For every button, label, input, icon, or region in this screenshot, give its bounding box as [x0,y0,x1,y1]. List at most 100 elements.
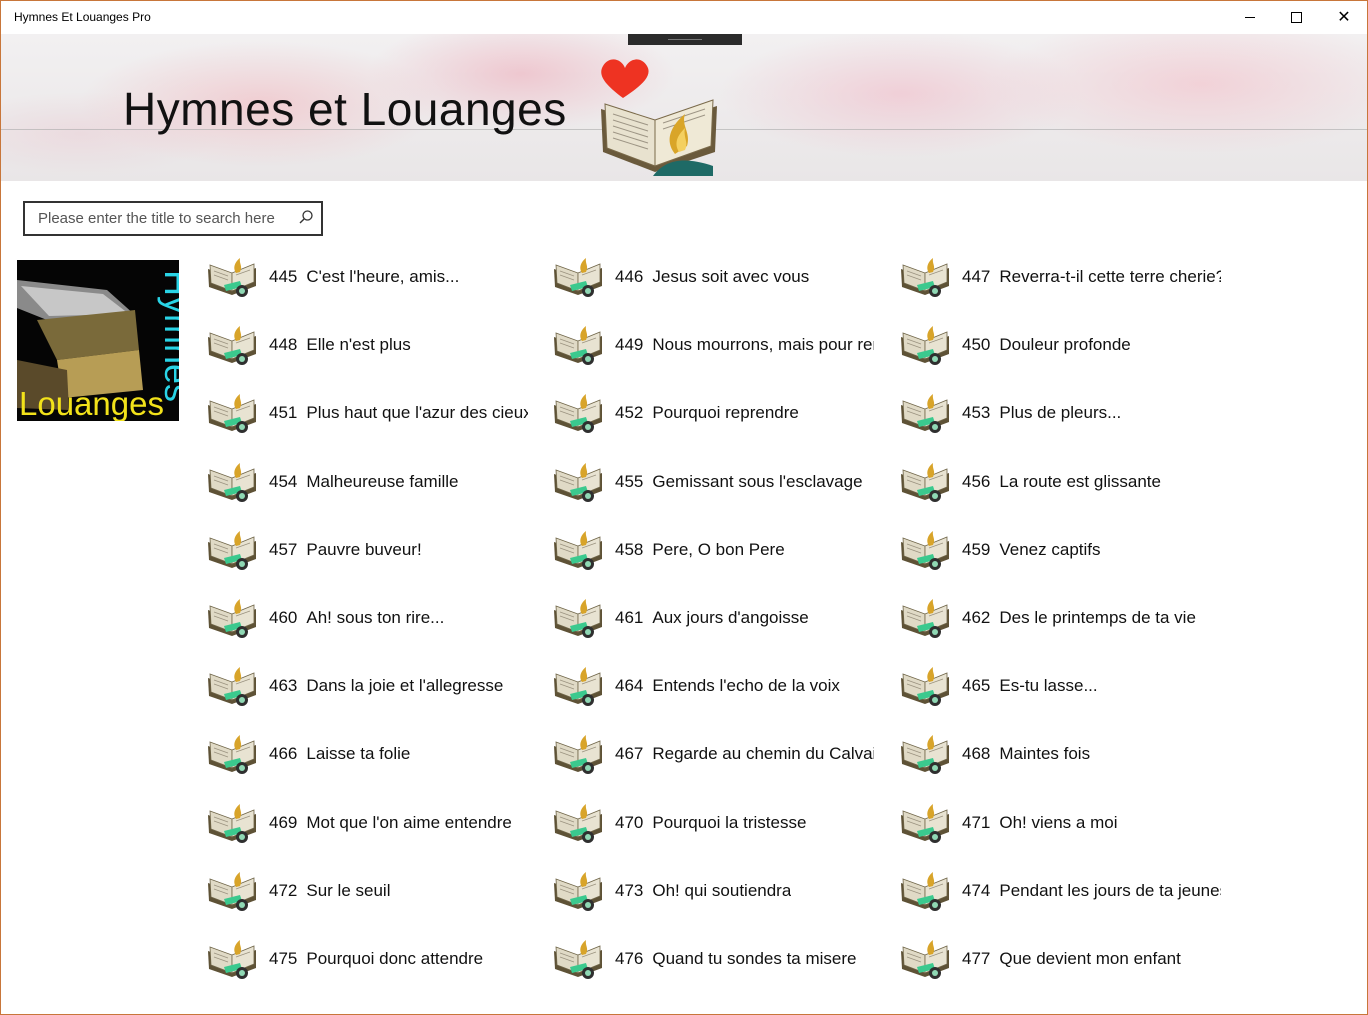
hymn-title: Douleur profonde [999,335,1131,355]
hymn-list-item[interactable]: 470 Pourquoi la tristesse [552,797,882,849]
hymn-list-item[interactable]: 447 Reverra-t-il cette terre cherie? [899,251,1229,303]
close-button[interactable]: ✕ [1321,1,1367,34]
hymn-title: Ah! sous ton rire... [306,608,445,627]
hymn-number: 453 [962,403,991,423]
hymn-book-icon [206,801,260,845]
page-title: Hymnes et Louanges [123,83,567,135]
hymn-list-item[interactable]: 468 Maintes fois [899,728,1229,780]
hymn-list-item[interactable]: 458 Pere, O bon Pere [552,524,882,576]
hymn-list-item[interactable]: 452 Pourquoi reprendre [552,387,882,439]
hymn-list-item[interactable]: 455 Gemissant sous l'esclavage [552,456,882,508]
hymn-list-item[interactable]: 446 Jesus soit avec vous [552,251,882,303]
hymn-number: 461 [615,608,644,627]
hymn-list-item[interactable]: 450 Douleur profonde [899,319,1229,371]
hymn-title: Entends l'echo de la voix [652,676,840,696]
hymn-list-item[interactable]: 456 La route est glissante [899,456,1229,508]
header-banner: Hymnes et Louanges [1,34,1367,181]
hymn-list-item[interactable]: 462 Des le printemps de ta vie [899,592,1229,644]
hymn-list-item[interactable]: 451 Plus haut que l'azur des cieux [206,387,536,439]
hymn-list-item[interactable]: 466 Laisse ta folie [206,728,536,780]
hymn-number: 447 [962,267,991,286]
hymn-number: 467 [615,744,644,764]
drag-handle[interactable] [628,34,742,45]
minimize-button[interactable] [1227,1,1273,34]
hymn-number: 448 [269,335,298,355]
hymn-number: 470 [615,812,644,832]
hymn-number: 459 [962,539,991,559]
hymn-number: 454 [269,471,298,491]
hymn-list-item[interactable]: 463 Dans la joie et l'allegresse [206,660,536,712]
hymn-title: Laisse ta folie [306,744,411,764]
search-box [23,201,323,236]
hymn-book-icon [206,391,260,435]
hymn-list-item[interactable]: 469 Mot que l'on aime entendre [206,797,536,849]
hymn-number: 455 [615,471,644,491]
hymn-list-item[interactable]: 477 Que devient mon enfant [899,933,1229,985]
hymn-number: 457 [269,539,298,559]
hymn-number: 466 [269,744,298,764]
hymn-title: Mot que l'on aime entendre [306,812,512,832]
hymn-list-item[interactable]: 459 Venez captifs [899,524,1229,576]
hymn-book-icon [899,596,953,640]
hymn-book-icon [206,596,260,640]
hymn-title: Quand tu sondes ta misere [652,949,857,968]
hymn-list-item[interactable]: 472 Sur le seuil [206,865,536,917]
hymn-list-item[interactable]: 454 Malheureuse famille [206,456,536,508]
hymn-list-item[interactable]: 474 Pendant les jours de ta jeunesse [899,865,1229,917]
hymn-list-item[interactable]: 475 Pourquoi donc attendre [206,933,536,985]
hymn-title: Des le printemps de ta vie [999,608,1196,627]
hymn-book-icon [206,528,260,572]
hymn-book-icon [899,528,953,572]
hymn-title: Venez captifs [999,539,1101,559]
hymn-book-icon [206,732,260,776]
hymn-book-icon [206,460,260,504]
hymn-number: 472 [269,880,298,900]
maximize-button[interactable] [1273,1,1319,34]
hymn-title: Oh! viens a moi [999,812,1118,832]
hymn-list-item[interactable]: 465 Es-tu lasse... [899,660,1229,712]
hymn-book-icon [206,664,260,708]
hymn-list-item[interactable]: 448 Elle n'est plus [206,319,536,371]
hymn-book-icon [552,869,606,913]
hymn-number: 449 [615,335,644,355]
hymn-list-item[interactable]: 473 Oh! qui soutiendra [552,865,882,917]
hymn-title: Sur le seuil [306,880,391,900]
hymn-book-icon [899,869,953,913]
cover-vertical-text: Hymnes [157,270,179,402]
hymn-title: Nous mourrons, mais pour ren [652,335,875,355]
hymn-number: 462 [962,608,991,627]
hymn-book-icon [552,732,606,776]
hymn-list-item[interactable]: 467 Regarde au chemin du Calvaire [552,728,882,780]
hymn-list-item[interactable]: 464 Entends l'echo de la voix [552,660,882,712]
hymn-title: Malheureuse famille [306,471,459,491]
hymn-book-icon [552,801,606,845]
hymn-title: Es-tu lasse... [999,676,1098,696]
hymn-book-icon [206,255,260,299]
hymn-list-item[interactable]: 449 Nous mourrons, mais pour ren [552,319,882,371]
hymn-number: 469 [269,812,298,832]
hymn-list-item[interactable]: 476 Quand tu sondes ta misere [552,933,882,985]
hymn-number: 458 [615,539,644,559]
hymn-number: 477 [962,949,991,968]
hymn-book-icon [206,937,260,981]
hymn-title: Que devient mon enfant [999,949,1181,968]
hymn-title: Reverra-t-il cette terre cherie? [999,267,1222,286]
hymn-book-icon [552,664,606,708]
hymn-book-icon [899,937,953,981]
hymn-list-item[interactable]: 445 C'est l'heure, amis... [206,251,536,303]
hymn-title: La route est glissante [999,471,1161,491]
hymn-list-item[interactable]: 461 Aux jours d'angoisse [552,592,882,644]
hymn-title: Gemissant sous l'esclavage [652,471,863,491]
search-icon[interactable] [298,209,314,225]
hymn-book-icon [899,664,953,708]
search-input[interactable] [25,209,300,228]
hymn-book-icon [552,596,606,640]
hymn-book-icon [899,732,953,776]
hymn-number: 476 [615,949,644,968]
hymn-list-item[interactable]: 453 Plus de pleurs... [899,387,1229,439]
heart-bible-icon [601,59,717,176]
hymn-list-item[interactable]: 460 Ah! sous ton rire... [206,592,536,644]
hymn-title: Maintes fois [999,744,1091,764]
hymn-list-item[interactable]: 457 Pauvre buveur! [206,524,536,576]
hymn-list-item[interactable]: 471 Oh! viens a moi [899,797,1229,849]
